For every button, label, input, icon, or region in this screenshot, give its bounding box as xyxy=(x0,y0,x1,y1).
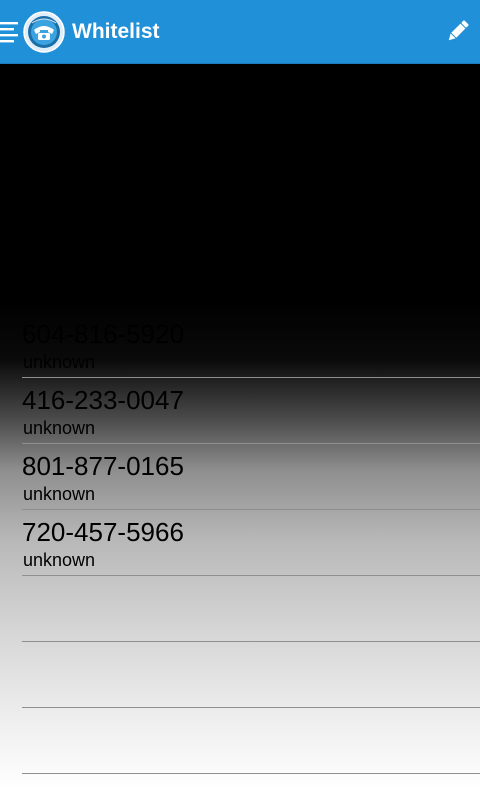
list-item[interactable] xyxy=(22,576,480,642)
list-item[interactable]: 720-457-5966 unknown xyxy=(22,510,480,576)
list-item[interactable]: 604-816-5920 unknown xyxy=(22,312,480,378)
list-item[interactable]: 416-233-0047 unknown xyxy=(22,378,480,444)
caller-name: unknown xyxy=(23,484,96,504)
list-item[interactable] xyxy=(22,642,480,708)
page-title: Whitelist xyxy=(72,20,160,43)
telephone-logo-icon[interactable] xyxy=(23,11,65,53)
phone-number: 720-457-5966 xyxy=(22,517,184,547)
whitelist-list: 604-816-5920 unknown 416-233-0047 unknow… xyxy=(0,312,480,774)
caller-name: unknown xyxy=(23,418,96,438)
hamburger-menu-icon[interactable] xyxy=(0,21,20,43)
app-bar: Whitelist xyxy=(0,0,480,64)
caller-name: unknown xyxy=(23,352,96,372)
list-item[interactable]: 801-877-0165 unknown xyxy=(22,444,480,510)
phone-number: 801-877-0165 xyxy=(22,451,184,481)
list-item[interactable] xyxy=(22,708,480,774)
caller-name: unknown xyxy=(23,550,96,570)
phone-number: 604-816-5920 xyxy=(22,319,184,349)
pencil-icon[interactable] xyxy=(444,17,472,45)
phone-number: 416-233-0047 xyxy=(22,385,184,415)
